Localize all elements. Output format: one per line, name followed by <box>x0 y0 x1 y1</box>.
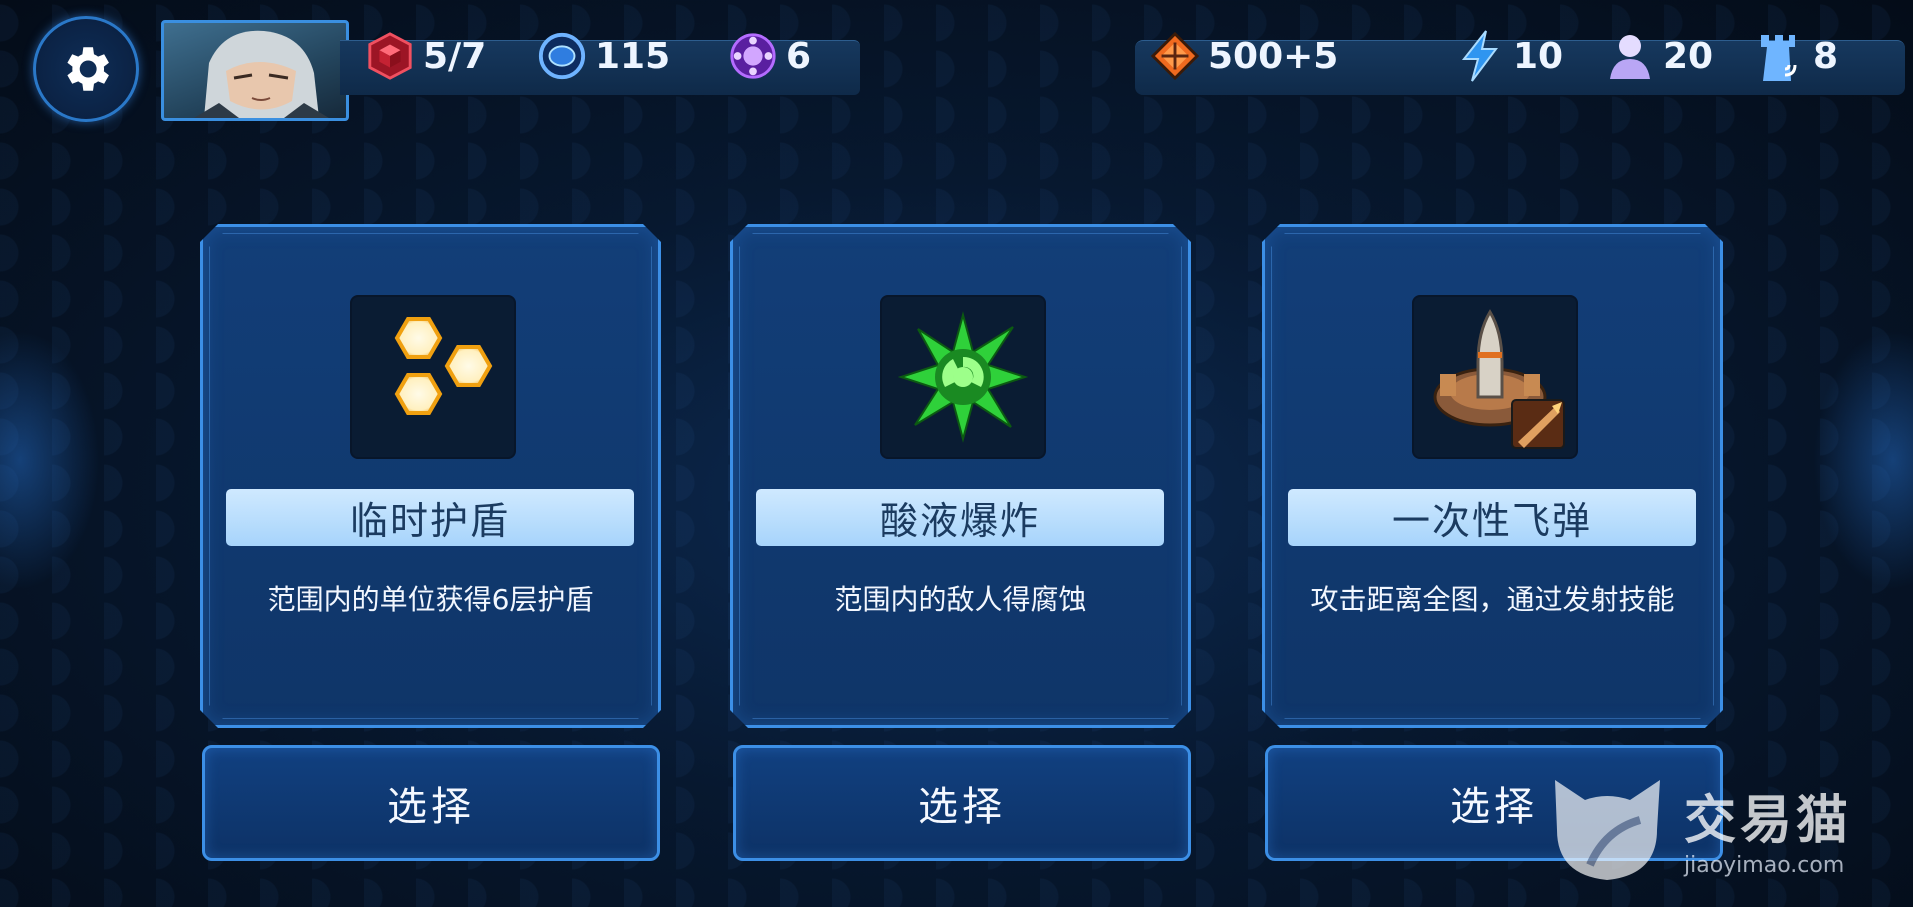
skill-name: 临时护盾 <box>226 489 634 546</box>
token-count: 6 <box>786 35 812 77</box>
orb-count: 115 <box>595 35 671 77</box>
resource-energy: 10 <box>1455 26 1563 86</box>
select-button-shield[interactable]: 选择 <box>202 745 660 861</box>
watermark: 交易猫 jiaoyimao.com <box>1545 770 1852 885</box>
population-icon <box>1605 31 1655 81</box>
skill-description: 范围内的单位获得6层护盾 <box>267 583 594 616</box>
red-cube-icon <box>365 31 415 81</box>
resource-cubes: 5/7 <box>365 26 486 86</box>
tower-signal-icon <box>1755 31 1805 81</box>
skill-description: 范围内的敌人得腐蚀 <box>834 583 1087 616</box>
population-count: 20 <box>1663 35 1714 77</box>
missile-launcher-icon <box>1420 302 1570 452</box>
cat-logo-icon <box>1555 780 1660 880</box>
resource-crystals: 500+5 <box>1150 26 1338 86</box>
commander-avatar[interactable] <box>161 20 349 121</box>
skill-icon-frame <box>880 295 1046 459</box>
skill-card-missile[interactable]: 一次性飞弹 攻击距离全图，通过发射技能 <box>1262 224 1723 728</box>
settings-button[interactable] <box>33 16 139 122</box>
watermark-title: 交易猫 <box>1684 790 1853 851</box>
energy-count: 10 <box>1513 35 1564 77</box>
skill-description: 攻击距离全图，通过发射技能 <box>1310 583 1675 616</box>
watermark-url: jiaoyimao.com <box>1684 852 1845 878</box>
skill-name: 一次性飞弹 <box>1288 489 1696 546</box>
commander-portrait <box>194 30 329 118</box>
purple-token-icon <box>728 31 778 81</box>
cube-count: 5/7 <box>423 35 487 77</box>
resource-orbs: 115 <box>537 26 670 86</box>
lightning-icon <box>1455 30 1505 82</box>
skill-icon-frame <box>350 295 516 459</box>
hexagon-shield-icon <box>363 307 503 447</box>
resource-towers: 8 <box>1755 26 1838 86</box>
tower-count: 8 <box>1813 35 1839 77</box>
skill-card-acid[interactable]: 酸液爆炸 范围内的敌人得腐蚀 <box>730 224 1191 728</box>
resource-population: 20 <box>1605 26 1713 86</box>
crystal-count: 500+5 <box>1208 35 1339 77</box>
acid-burst-icon <box>893 307 1033 447</box>
skill-name: 酸液爆炸 <box>756 489 1164 546</box>
skill-card-shield[interactable]: 临时护盾 范围内的单位获得6层护盾 <box>200 224 661 728</box>
gear-icon <box>67 47 109 91</box>
blue-orb-icon <box>537 31 587 81</box>
resource-tokens: 6 <box>728 26 811 86</box>
select-button-acid[interactable]: 选择 <box>733 745 1191 861</box>
skill-icon-frame <box>1412 295 1578 459</box>
orange-crystal-icon <box>1150 31 1200 81</box>
